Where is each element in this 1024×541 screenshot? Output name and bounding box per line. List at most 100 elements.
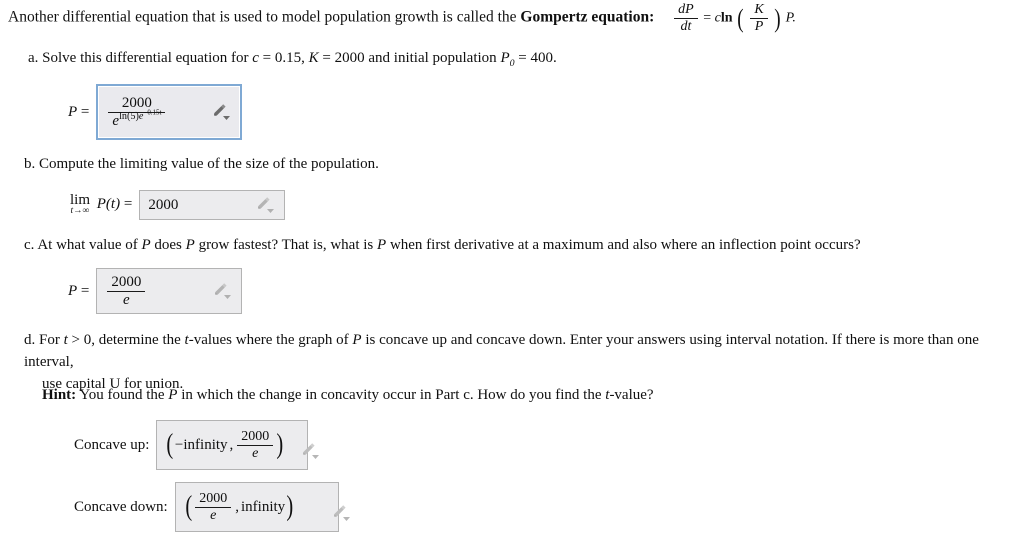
answer-c-numerator: 2000 [107,274,146,292]
question-a-var-K: K [308,50,319,66]
answer-a-exp-arg: (5) [127,110,139,122]
question-a-c-value: = 0.15, [258,50,309,66]
concave-down-label: Concave down: [74,498,168,515]
hint-label: Hint: [42,387,77,403]
hint-p1: You found the [76,387,169,403]
answer-b-label: lim t→∞ P(t) = [70,193,132,217]
answer-c-fraction: 2000 e [107,274,146,309]
answer-input-a[interactable]: 2000 eln(5)e−0.15t [96,84,243,140]
answer-input-c[interactable]: 2000 e [96,268,243,314]
answer-row-b: lim t→∞ P(t) = 2000 [70,190,286,220]
answer-row-concave-down: Concave down: ( 2000 e , infinity ) [74,482,350,532]
question-c-var1: P [141,237,151,253]
interval-close-paren: ) [286,490,294,522]
answer-c-label-var: P [68,282,78,299]
hint: Hint: You found the P in which the chang… [42,385,654,407]
answer-row-c: P = 2000 e [68,268,243,314]
answer-input-concave-down[interactable]: ( 2000 e , infinity ) [174,482,350,532]
trailing-P: P. [785,10,796,26]
answer-input-b[interactable]: 2000 [139,190,286,220]
P-denominator: P [754,18,764,34]
dP-dt-fraction: dP dt [674,2,698,34]
answer-input-concave-up[interactable]: ( −infinity , 2000 e ) [156,420,320,470]
concave-up-comma: , [229,436,234,453]
answer-a-exp-ln: ln [119,110,127,122]
concave-up-right-den: e [252,445,259,461]
question-d-p3: -values where the graph of [188,332,353,348]
concave-down-right-endpoint: infinity [240,498,286,515]
question-d-line1: d. For t > 0, determine the t-values whe… [24,330,1010,374]
answer-c-content: 2000 e [105,274,233,309]
answer-c-label: P = [68,283,89,300]
problem-statement-term: Gompertz equation: [520,8,655,26]
concave-down-left-num: 2000 [195,491,232,508]
question-c-p4: when first derivative at a maximum and a… [386,237,861,253]
question-a: a. Solve this differential equation for … [28,48,557,70]
concave-down-content: ( 2000 e , infinity ) [184,491,295,523]
answer-a-label-var: P [68,103,78,120]
answer-a-label-equals: = [80,103,90,120]
hint-p2: in which the change in concavity occur i… [177,387,606,403]
interval-open-paren: ( [166,428,174,460]
gompertz-equation: dP dt = cln ( K P ) P. [672,2,796,34]
interval-close-paren: ) [276,428,284,460]
answer-a-denominator: eln(5)e−0.15t [108,109,165,130]
question-c-p1: c. At what value of [24,237,142,253]
answer-a-den-exponent: ln(5)e−0.15t [119,109,162,122]
question-c: c. At what value of P does P grow fastes… [24,235,861,257]
question-d-p1: d. For [24,332,64,348]
right-paren: ) [774,2,781,33]
worksheet-page: Another differential equation that is us… [0,0,1024,541]
question-a-P-value: = 400. [514,50,557,66]
concave-up-content: ( −infinity , 2000 e ) [165,429,284,461]
K-numerator: K [750,2,768,19]
problem-statement: Another differential equation that is us… [8,2,1016,34]
dt-denominator: dt [680,18,692,34]
limit-operator: lim t→∞ [70,193,90,217]
question-a-var-P: P [500,50,510,66]
limit-subscript: t→∞ [70,206,90,217]
concave-down-comma: , [235,498,239,515]
question-b: b. Compute the limiting value of the siz… [24,154,379,176]
pencil-icon[interactable] [299,441,321,461]
question-d-p2: > 0, determine the [67,332,185,348]
answer-b-content: 2000 [148,195,276,215]
dP-numerator: dP [674,2,698,19]
pencil-icon[interactable] [210,102,232,122]
question-b-text: b. Compute the limiting value of the siz… [24,156,379,172]
pencil-icon[interactable] [211,281,233,301]
question-c-var2: P [185,237,195,253]
concave-up-label: Concave up: [74,436,150,453]
pencil-icon[interactable] [254,195,276,215]
answer-b-value: 2000 [148,196,179,213]
concave-up-left-endpoint: −infinity [174,436,228,453]
K-over-P-fraction: K P [750,2,768,34]
ln-operator: ln [720,10,733,26]
question-a-K-value: = 2000 and initial population [318,50,501,66]
problem-statement-text: Another differential equation that is us… [8,8,521,26]
question-a-prefix: a. Solve this differential equation for [28,50,253,66]
answer-a-content: 2000 eln(5)e−0.15t [106,95,232,130]
answer-row-a: P = 2000 eln(5)e−0.15t [68,84,243,140]
answer-a-label: P = [68,104,89,121]
question-d-var3: P [352,332,362,348]
answer-c-label-equals: = [80,282,90,299]
pencil-icon[interactable] [330,503,352,523]
hint-p3: -value? [609,387,654,403]
question-c-var3: P [377,237,387,253]
concave-up-right-num: 2000 [237,429,274,446]
equals-sign: = [703,10,712,26]
question-c-p3: grow fastest? That is, what is [194,237,378,253]
answer-c-denominator: e [123,291,130,308]
concave-down-left-den: e [210,507,217,523]
concave-down-left-fraction: 2000 e [195,491,232,523]
answer-a-fraction: 2000 eln(5)e−0.15t [108,95,166,130]
interval-open-paren: ( [185,490,192,522]
answer-row-concave-up: Concave up: ( −infinity , 2000 e ) [74,420,320,470]
answer-a-exp-e-power: −0.15t [143,109,162,117]
left-paren: ( [737,2,744,33]
answer-b-label-equals: = [123,196,133,213]
question-a-var-c: c [252,50,259,66]
limit-function: P(t) [96,196,121,213]
concave-up-right-fraction: 2000 e [237,429,274,461]
